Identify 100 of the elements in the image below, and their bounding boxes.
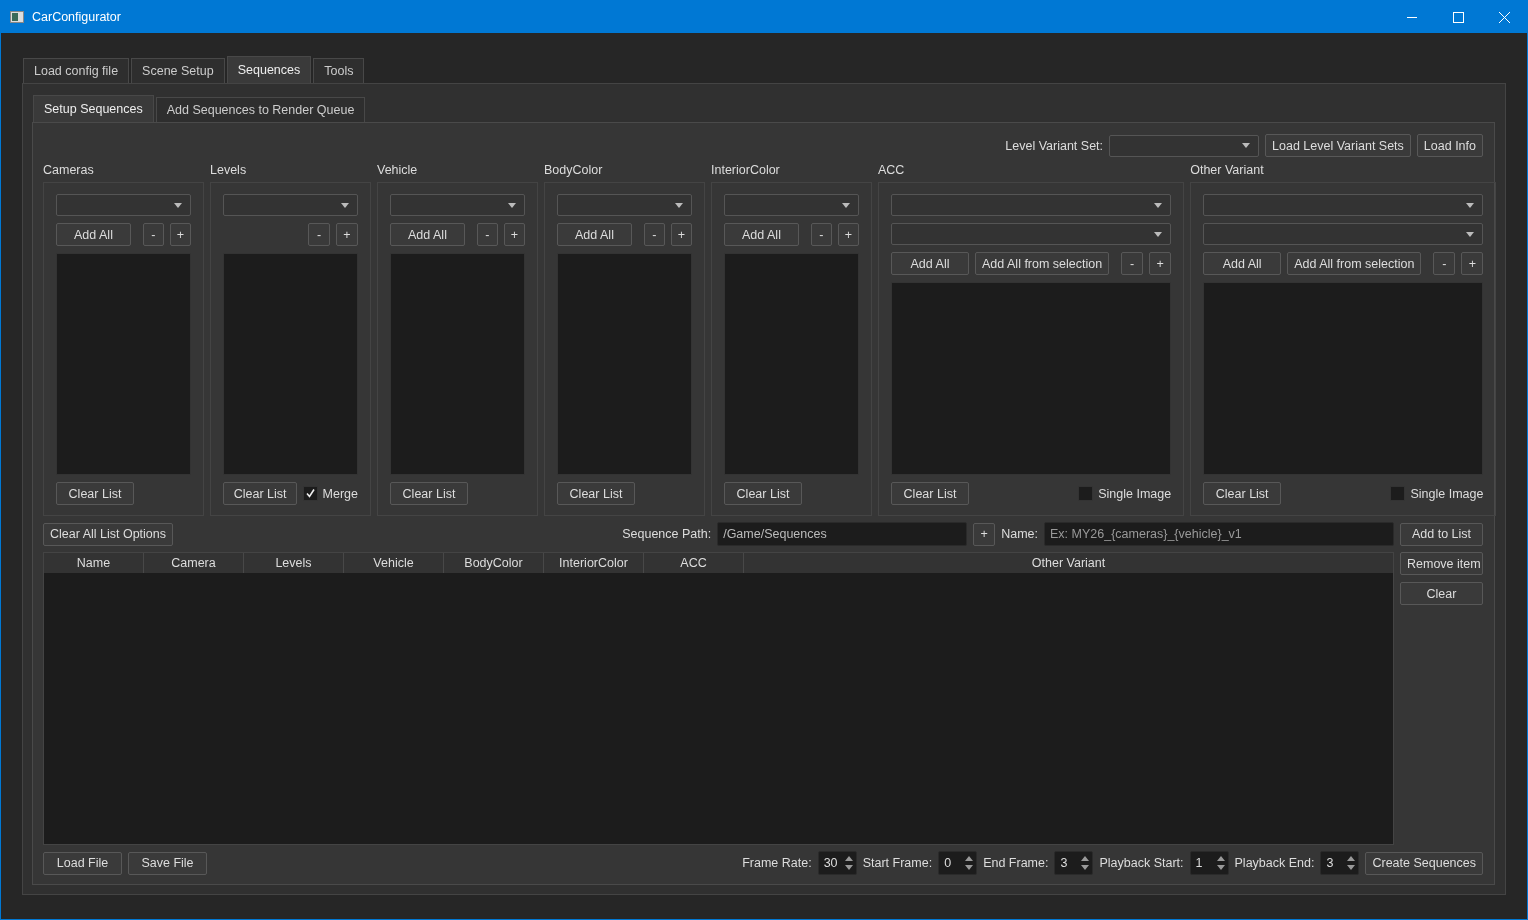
add-to-list-button[interactable]: Add to List [1400,522,1483,546]
remove-button[interactable]: - [643,223,665,246]
caret-icon [1466,202,1475,208]
dropdown[interactable] [223,194,358,216]
add-button[interactable]: + [336,223,358,246]
spin-box[interactable]: 30 [817,851,857,875]
dropdown[interactable] [56,194,191,216]
dropdown[interactable] [891,223,1172,245]
column-header[interactable]: Levels [244,553,344,573]
clear-list-button[interactable]: Clear List [891,482,969,505]
add-all-button[interactable]: Add All [56,223,131,246]
remove-button[interactable]: - [1433,252,1456,275]
dropdown[interactable] [1203,194,1484,216]
spin-box[interactable]: 0 [938,851,978,875]
tab[interactable]: Sequences [226,56,312,83]
add-all-button[interactable]: Add All [724,223,799,246]
add-button[interactable]: + [670,223,692,246]
tab[interactable]: Load config file [23,58,130,83]
group-title: Other Variant [1190,163,1265,179]
remove-button[interactable]: - [810,223,832,246]
caret-icon [1154,231,1163,237]
add-button[interactable]: + [837,223,859,246]
tab[interactable]: Add Sequences to Render Queue [155,97,366,122]
add-all-button[interactable]: Add All [891,252,969,275]
clear-list-button[interactable]: Clear List [223,482,298,505]
caret-icon [675,202,683,208]
list-box[interactable] [724,253,859,475]
column-header[interactable]: BodyColor [444,553,544,573]
checkbox[interactable] [1390,486,1406,501]
button[interactable]: Load File [43,851,122,875]
field-label: Frame Rate: [742,856,812,870]
checkbox-label: Merge [322,486,358,501]
group-title: ACC [878,163,906,179]
spin-box[interactable]: 3 [1320,851,1360,875]
add-button[interactable]: + [503,223,525,246]
column-header[interactable]: InteriorColor [544,553,644,573]
spin-box[interactable]: 3 [1054,851,1094,875]
create-sequences-button[interactable]: Create Sequences [1365,851,1483,875]
column-header[interactable]: Name [44,553,144,573]
clear-all-button[interactable]: Clear All List Options [43,522,174,546]
tab[interactable]: Scene Setup [131,58,225,83]
add-selection-button[interactable]: Add All from selection [975,252,1110,275]
list-box[interactable] [891,282,1172,475]
remove-button[interactable]: - [476,223,498,246]
list-box[interactable] [56,253,191,475]
list-box[interactable] [1203,282,1484,475]
checkbox-label: Single Image [1410,486,1484,501]
column-header[interactable]: ACC [644,553,744,573]
add-all-button[interactable]: Add All [1203,252,1282,275]
checkbox[interactable] [1078,486,1094,501]
group-title: Cameras [43,163,95,179]
name-field[interactable]: Ex: MY26_{cameras}_{vehicle}_v1 [1044,522,1394,546]
dropdown[interactable] [1203,223,1484,245]
list-box[interactable] [223,253,358,475]
dropdown[interactable] [891,194,1172,216]
button[interactable]: Load Level Variant Sets [1265,134,1411,157]
tab[interactable]: Tools [313,58,365,83]
checkbox[interactable] [303,486,318,501]
list-box[interactable] [557,253,692,475]
column-header[interactable]: Vehicle [344,553,444,573]
add-button[interactable]: + [973,522,996,546]
clear-list-button[interactable]: Clear List [724,482,802,505]
dropdown[interactable] [390,194,525,216]
dropdown[interactable] [557,194,692,216]
dropdown[interactable] [724,194,859,216]
tab[interactable]: Setup Sequences [33,95,154,122]
field-label: Level Variant Set: [1005,138,1104,153]
field-label: Playback End: [1234,856,1315,870]
column-header[interactable]: Other Variant [744,553,1393,573]
list-box[interactable] [390,253,525,475]
clear-list-button[interactable]: Clear List [1203,482,1282,505]
path-field[interactable]: /Game/Sequences [717,522,968,546]
add-selection-button[interactable]: Add All from selection [1287,252,1422,275]
remove-button[interactable]: - [308,223,330,246]
button[interactable]: Save File [128,851,207,875]
dropdown[interactable] [1109,134,1260,157]
clear-list-button[interactable]: Clear List [557,482,635,505]
field-label: Playback Start: [1099,856,1184,870]
field-label: End Frame: [983,856,1049,870]
clear-list-button[interactable]: Clear List [56,482,134,505]
button[interactable]: Remove item [1400,552,1483,575]
add-button[interactable]: + [1149,252,1172,275]
add-all-button[interactable]: Add All [557,223,632,246]
spin-box[interactable]: 1 [1189,851,1229,875]
add-button[interactable]: + [169,223,191,246]
button[interactable]: Clear [1400,582,1483,605]
button[interactable]: Load Info [1416,134,1483,157]
group-title: Vehicle [377,163,419,179]
group-title: Levels [210,163,248,179]
checkbox-label: Single Image [1098,486,1172,501]
add-all-button[interactable]: Add All [390,223,465,246]
caret-icon [1466,231,1475,237]
clear-list-button[interactable]: Clear List [390,482,468,505]
remove-button[interactable]: - [142,223,164,246]
caret-icon [842,202,850,208]
remove-button[interactable]: - [1121,252,1144,275]
window-title: CarConfigurator [32,9,121,24]
column-header[interactable]: Camera [144,553,244,573]
add-button[interactable]: + [1461,252,1484,275]
field-label: Name: [1001,527,1038,541]
